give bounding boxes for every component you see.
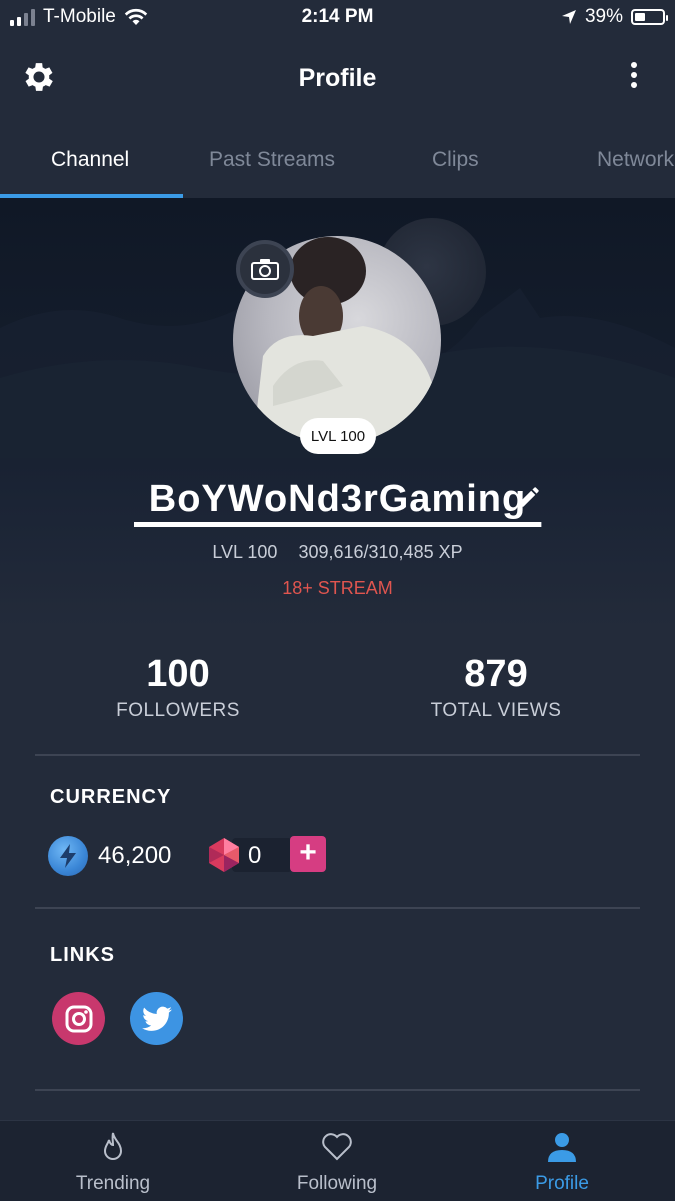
nav-profile[interactable]: Profile [487, 1129, 637, 1195]
status-bar: T-Mobile 2:14 PM 39% [0, 0, 675, 36]
bottom-navigation: Trending Following Profile [0, 1120, 675, 1201]
nav-following[interactable]: Following [262, 1129, 412, 1195]
total-views-stat: 879 TOTAL VIEWS [376, 652, 616, 722]
stream-rating-tag: 18+ STREAM [282, 578, 393, 598]
bits-coin-icon [48, 836, 88, 876]
total-views-label: TOTAL VIEWS [430, 700, 562, 721]
nav-trending[interactable]: Trending [38, 1129, 188, 1195]
xp-progress-fill [134, 522, 541, 527]
status-bar-right: 39% [561, 6, 668, 28]
edit-username-button[interactable] [516, 484, 542, 510]
vertical-ellipsis-icon [629, 62, 639, 88]
instagram-link[interactable] [52, 992, 105, 1045]
divider [35, 1089, 640, 1091]
profile-tabs: Channel Past Streams Clips Network [0, 120, 675, 198]
more-options-button[interactable] [629, 62, 639, 92]
app-header: Profile [0, 36, 675, 120]
location-arrow-icon [561, 10, 576, 24]
divider [35, 754, 640, 756]
level-text: LVL 100 [212, 542, 278, 562]
camera-icon [251, 259, 279, 280]
battery-icon [631, 9, 668, 25]
pencil-icon [519, 487, 539, 507]
username: BoYWoNd3rGaming [148, 478, 527, 520]
twitter-icon [141, 1006, 172, 1031]
person-icon [548, 1133, 576, 1162]
followers-stat[interactable]: 100 FOLLOWERS [58, 652, 298, 722]
nav-following-label: Following [296, 1173, 378, 1194]
currency-title: CURRENCY [50, 786, 172, 808]
tab-clips[interactable]: Clips [432, 148, 479, 172]
xp-info: LVL 100 309,616/310,485 XP [0, 542, 675, 563]
heart-icon [322, 1133, 352, 1161]
links-title: LINKS [50, 944, 115, 966]
change-avatar-button[interactable] [236, 240, 294, 298]
level-badge: LVL 100 [300, 418, 376, 454]
username-container: BoYWoNd3rGaming [0, 478, 675, 521]
tab-network[interactable]: Network [597, 148, 674, 172]
divider [35, 907, 640, 909]
total-views-count: 879 [464, 653, 528, 695]
add-gems-button[interactable]: + [290, 836, 326, 872]
tab-channel[interactable]: Channel [51, 148, 129, 172]
instagram-icon [65, 1005, 92, 1032]
followers-label: FOLLOWERS [116, 700, 240, 721]
followers-count: 100 [146, 653, 210, 695]
battery-percent: 39% [584, 6, 623, 27]
nav-trending-label: Trending [75, 1173, 151, 1194]
twitter-link[interactable] [130, 992, 183, 1045]
nav-profile-label: Profile [535, 1173, 589, 1194]
coin-balance: 46,200 [98, 842, 172, 869]
xp-text: 309,616/310,485 XP [298, 542, 463, 562]
gem-icon [205, 836, 243, 874]
flame-icon [103, 1132, 123, 1160]
tab-past-streams[interactable]: Past Streams [209, 148, 335, 172]
page-title: Profile [298, 64, 377, 92]
gem-balance: 0 [248, 842, 262, 869]
